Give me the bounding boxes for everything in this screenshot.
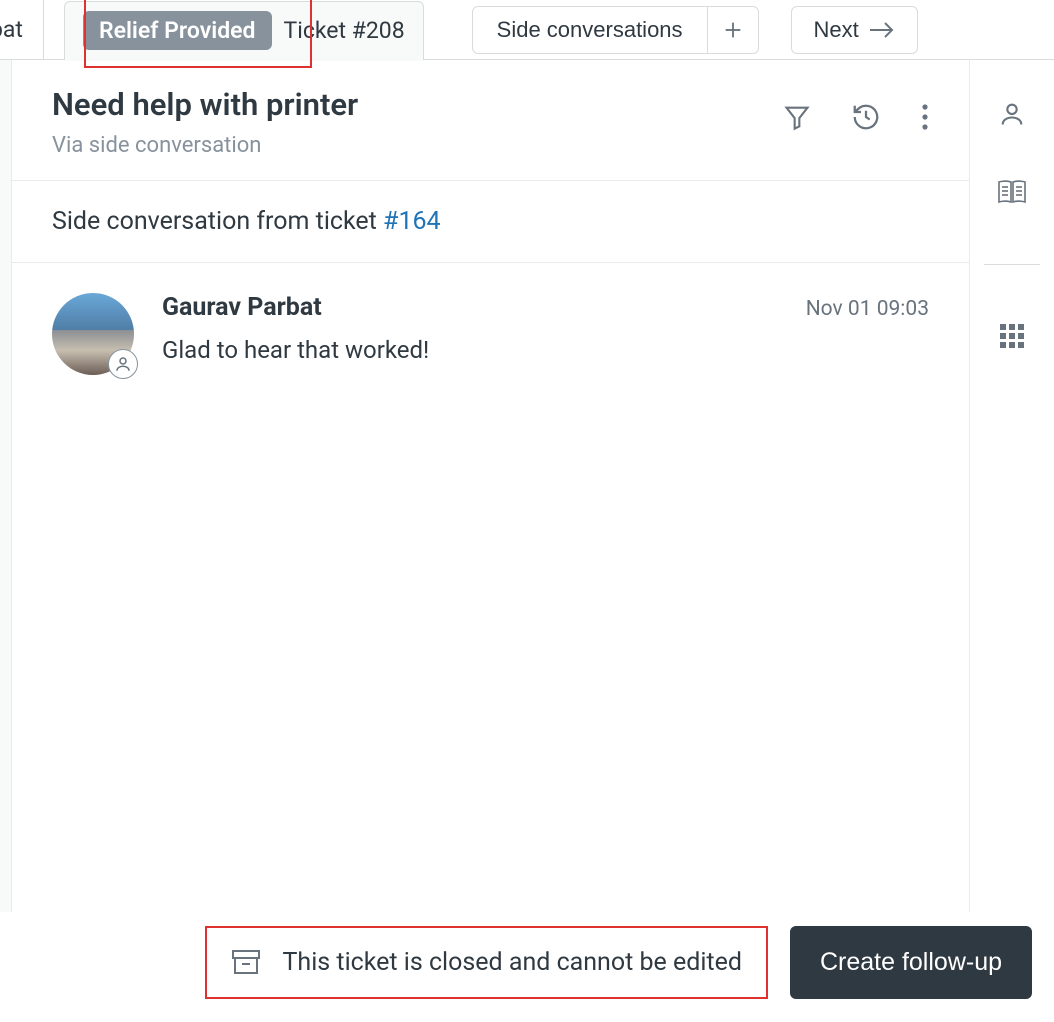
ticket-content: Need help with printer Via side conversa… [12, 60, 970, 921]
rail-apps-button[interactable] [999, 323, 1025, 349]
tab-previous-label: bat [0, 16, 23, 43]
more-vertical-icon [921, 103, 929, 131]
footer: This ticket is closed and cannot be edit… [0, 912, 1054, 1012]
avatar[interactable] [52, 293, 134, 375]
next-label: Next [814, 17, 859, 43]
next-button[interactable]: Next [791, 6, 918, 54]
linked-prefix: Side conversation from ticket [52, 207, 383, 236]
plus-icon [722, 19, 744, 41]
filter-icon [783, 103, 811, 131]
user-icon [114, 355, 132, 373]
side-conversations-group: Side conversations [444, 6, 759, 54]
rail-divider [984, 264, 1040, 265]
rail-knowledge-button[interactable] [997, 178, 1027, 206]
create-followup-label: Create follow-up [820, 948, 1002, 976]
tab-previous-partial[interactable]: bat [0, 0, 44, 60]
message-author: Gaurav Parbat [162, 293, 322, 322]
avatar-role-badge [108, 349, 138, 379]
ticket-subject: Need help with printer [52, 86, 783, 123]
tab-active-label: Ticket #208 [284, 17, 405, 44]
archive-icon [231, 948, 261, 976]
linked-ticket-link[interactable]: #164 [383, 207, 441, 236]
message: Gaurav Parbat Nov 01 09:03 Glad to hear … [12, 263, 969, 405]
add-side-conversation-button[interactable] [707, 6, 759, 54]
main-area: Need help with printer Via side conversa… [0, 60, 1054, 922]
filter-button[interactable] [783, 103, 811, 131]
closed-notice-text: This ticket is closed and cannot be edit… [283, 948, 742, 977]
subject-row: Need help with printer Via side conversa… [12, 60, 969, 181]
message-body: Glad to hear that worked! [162, 336, 929, 364]
rail-user-button[interactable] [998, 100, 1026, 128]
tab-active[interactable]: Relief Provided Ticket #208 [64, 1, 424, 59]
arrow-right-icon [869, 21, 895, 39]
tab-bar: bat Relief Provided Ticket #208 Side con… [0, 0, 1054, 60]
message-timestamp: Nov 01 09:03 [806, 297, 929, 321]
right-rail [970, 60, 1054, 921]
book-icon [997, 178, 1027, 206]
ticket-via: Via side conversation [52, 133, 783, 158]
subject-actions [783, 86, 929, 132]
closed-notice: This ticket is closed and cannot be edit… [205, 926, 768, 999]
linked-ticket-row: Side conversation from ticket #164 [12, 181, 969, 263]
history-button[interactable] [851, 102, 881, 132]
more-button[interactable] [921, 103, 929, 131]
user-icon [998, 100, 1026, 128]
apps-grid-icon [999, 323, 1025, 349]
create-followup-button[interactable]: Create follow-up [790, 926, 1032, 999]
side-conversations-button[interactable]: Side conversations [472, 6, 708, 54]
side-conversations-label: Side conversations [497, 17, 683, 43]
left-gutter [0, 60, 12, 921]
history-icon [851, 102, 881, 132]
status-badge: Relief Provided [83, 11, 272, 50]
